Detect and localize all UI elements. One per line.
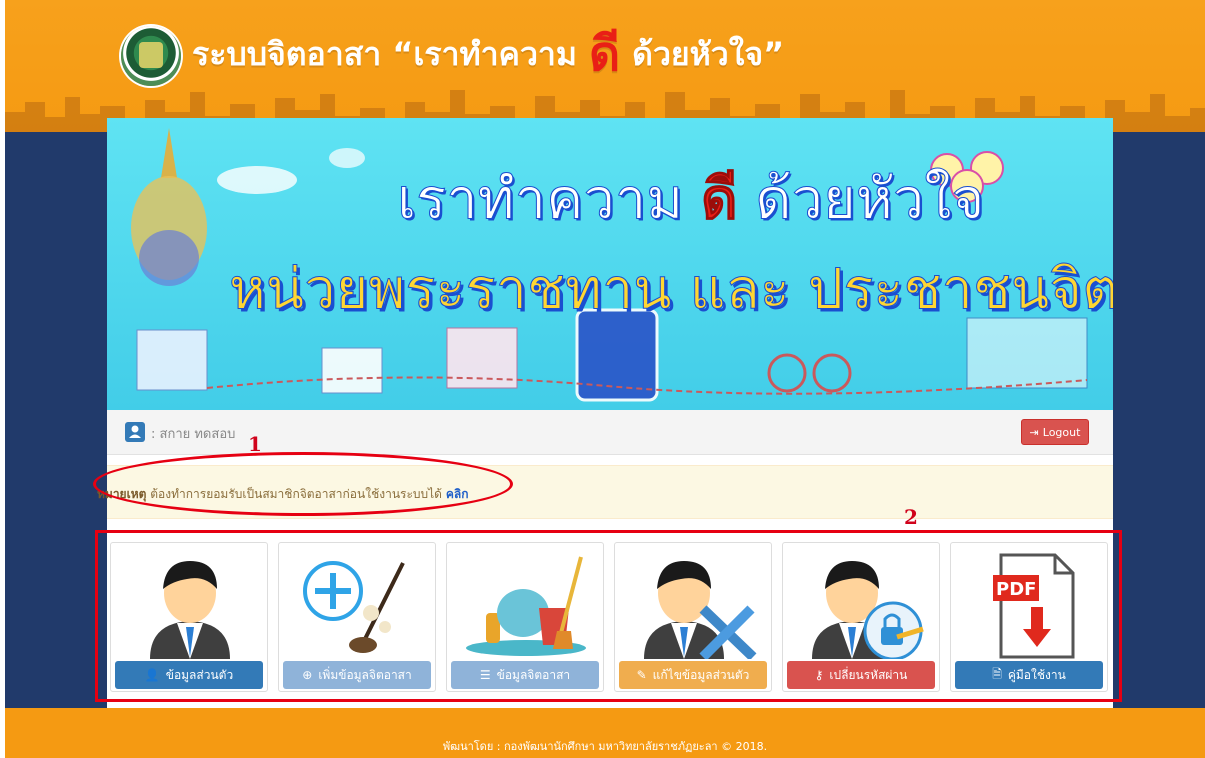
logout-icon: ⇥ [1029, 425, 1039, 439]
banner-line1-part2: ด้วยหัวใจ [755, 167, 985, 233]
site-title-emphasis: ดี [588, 26, 621, 82]
footer-text: พัฒนาโดย : กองพัฒนานักศึกษา มหาวิทยาลัยร… [442, 740, 768, 753]
annotation-rectangle [95, 530, 1122, 702]
hero-banner: เราทำความ ดี ด้วยหัวใจ หน่วยพระราชทาน แล… [107, 118, 1113, 410]
site-title: ระบบจิตอาสา “เราทำความ ดี ด้วยหัวใจ” [192, 24, 784, 84]
banner-heading-line1: เราทำความ ดี ด้วยหัวใจ [396, 154, 985, 243]
site-footer: พัฒนาโดย : กองพัฒนานักศึกษา มหาวิทยาลัยร… [5, 708, 1205, 758]
site-title-part1: ระบบจิตอาสา “เราทำความ [192, 34, 577, 73]
banner-line1-part1: เราทำความ [396, 167, 684, 233]
annotation-label-1: 1 [248, 432, 262, 456]
royal-emblem-icon [131, 128, 207, 286]
banner-heading-line2: หน่วยพระราชทาน และ ประชาชนจิตอาสา [228, 257, 1113, 323]
annotation-ellipse [93, 452, 513, 516]
site-title-part2: ด้วยหัวใจ” [632, 34, 785, 73]
logout-label: Logout [1042, 425, 1081, 439]
university-logo [121, 26, 181, 86]
logout-button[interactable]: ⇥ Logout [1021, 419, 1089, 445]
banner-line1-emphasis: ดี [701, 166, 738, 233]
user-icon [125, 422, 145, 442]
user-name: : สกาย ทดสอบ [151, 427, 236, 442]
annotation-label-2: 2 [904, 505, 918, 529]
